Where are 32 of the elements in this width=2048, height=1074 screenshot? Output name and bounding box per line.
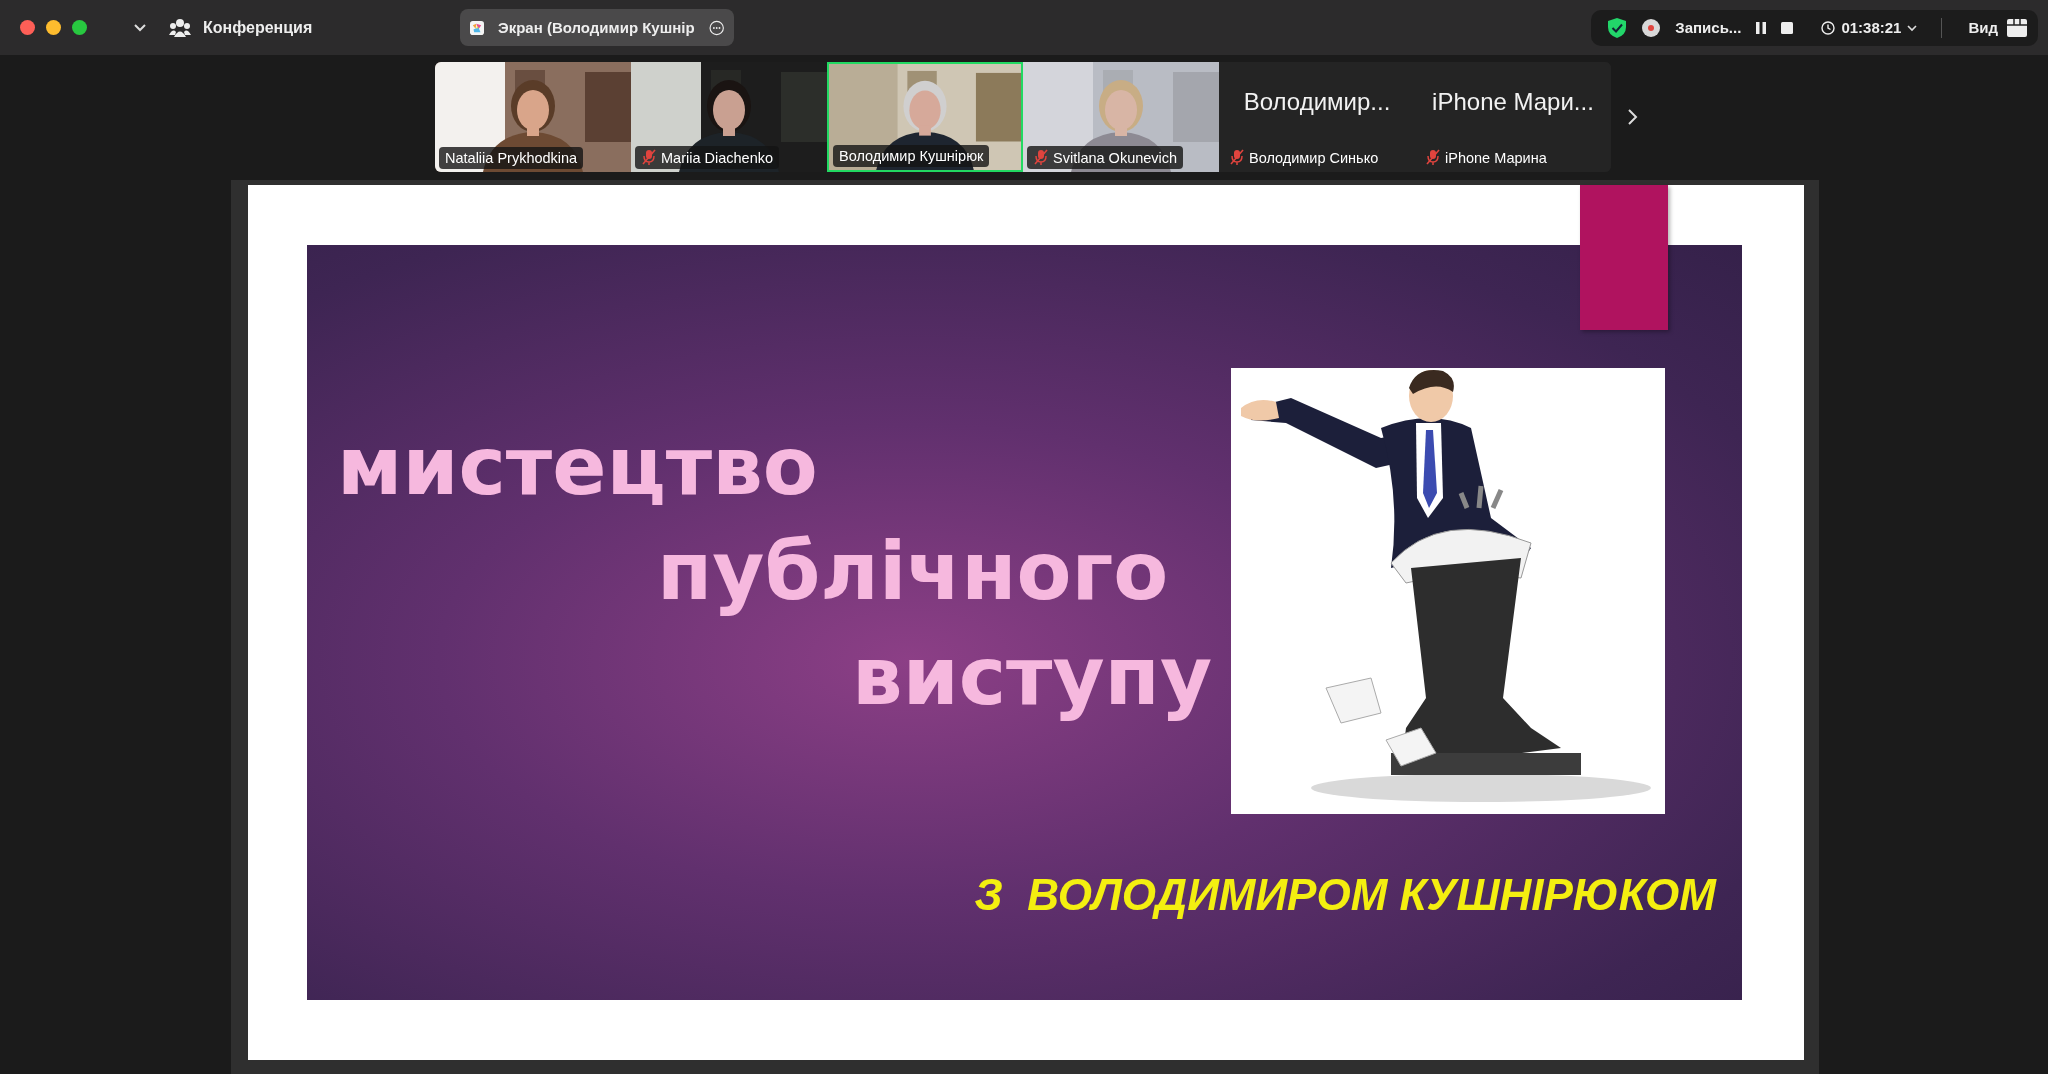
slide-title-line: мистецтво [337,427,818,507]
chevron-down-icon[interactable] [133,22,147,33]
meeting-title: Конференция [203,18,313,37]
share-tab[interactable]: Экран (Володимир Кушнір [460,9,734,46]
meeting-timer: 01:38:21 [1841,19,1902,36]
participant-tile[interactable]: Володимир Кушнірюк [827,62,1023,172]
participant-tile[interactable]: Nataliia Prykhodkina [435,62,631,172]
shield-check-icon[interactable] [1607,16,1628,39]
participant-display-name: Володимир... [1243,88,1391,116]
grid-view-icon [2006,17,2028,38]
pause-icon[interactable] [1755,20,1768,35]
clock-icon [1821,20,1836,35]
chevron-right-icon [1627,108,1639,126]
minimize-window-button[interactable] [46,20,61,35]
participant-name: Mariia Diachenko [661,149,774,166]
record-icon [1641,17,1662,38]
zoom-window-button[interactable] [72,20,87,35]
participant-name: Володимир Синько [1249,149,1379,166]
participant-tile[interactable]: Mariia Diachenko [631,62,827,172]
recording-label: Запись... [1675,19,1742,36]
participant-name: Nataliia Prykhodkina [445,150,578,166]
view-button[interactable]: Вид [1964,15,2032,40]
chevron-down-icon[interactable] [1907,23,1918,32]
stop-icon[interactable] [1781,21,1794,34]
participant-name: Володимир Кушнірюк [839,148,984,164]
people-icon[interactable] [169,17,191,38]
participant-display-name: iPhone Мари... [1432,88,1594,116]
participant-name: iPhone Марина [1445,149,1547,166]
participant-tile[interactable]: Svitlana Okunevich [1023,62,1219,172]
close-window-button[interactable] [20,20,35,35]
participant-name: Svitlana Okunevich [1053,149,1178,166]
slide-subtitle: З ВОЛОДИМИРОМ КУШНІРЮКОМ [974,870,1716,920]
